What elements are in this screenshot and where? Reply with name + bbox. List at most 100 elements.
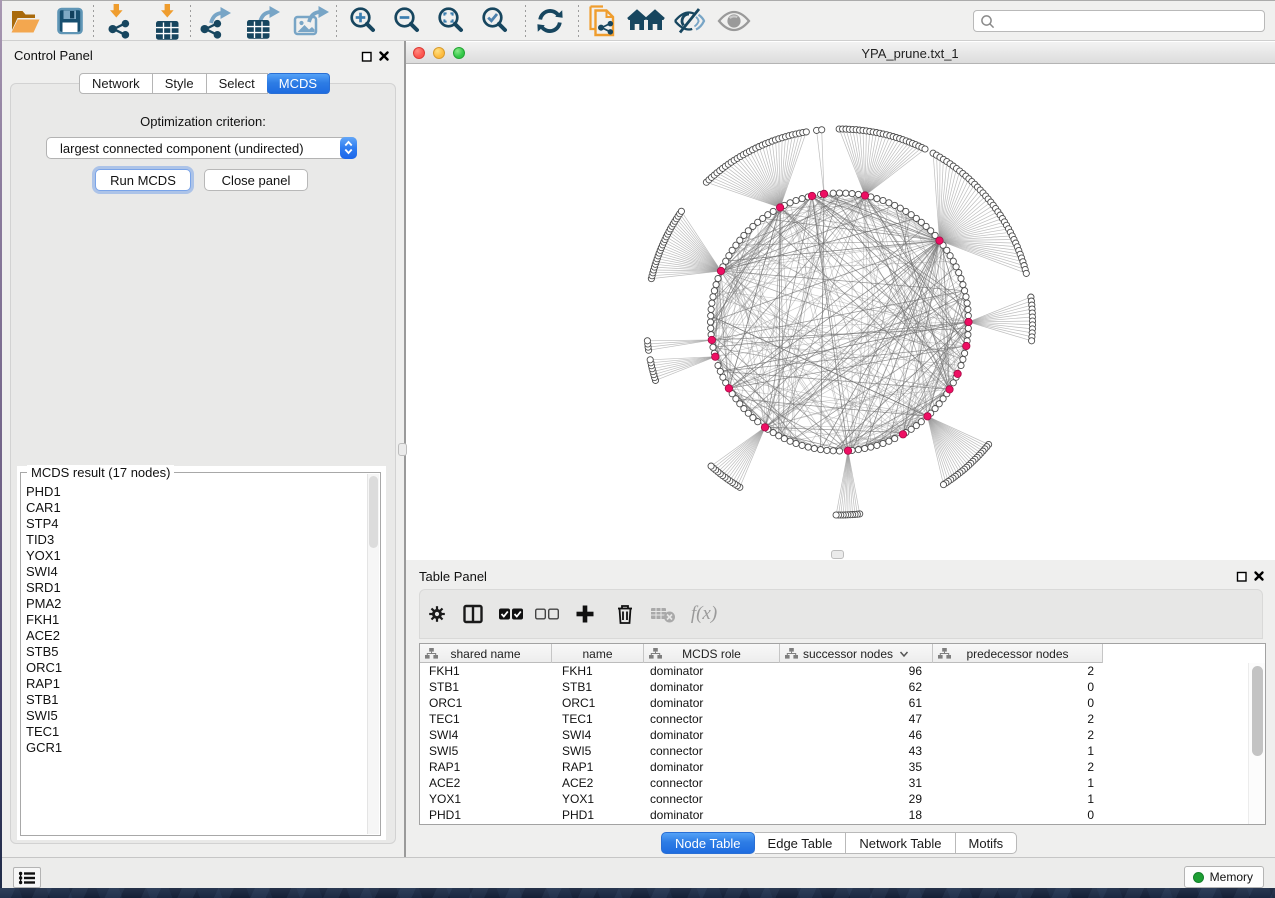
zoom-selected-button[interactable] <box>470 3 514 39</box>
zoom-out-button[interactable] <box>382 3 426 39</box>
result-node-item[interactable]: PHD1 <box>22 484 367 500</box>
result-scrollbar-thumb[interactable] <box>369 476 378 548</box>
result-scrollbar[interactable] <box>367 474 379 834</box>
zoom-fit-button[interactable] <box>426 3 470 39</box>
result-node-item[interactable]: RAP1 <box>22 676 367 692</box>
add-column-button[interactable] <box>564 596 605 632</box>
import-table-button[interactable] <box>142 3 189 39</box>
result-node-item[interactable]: STB1 <box>22 692 367 708</box>
search-icon <box>980 14 996 35</box>
column-header-predecessor-nodes[interactable]: predecessor nodes <box>933 644 1103 663</box>
export-table-button[interactable] <box>240 3 288 39</box>
float-panel-icon[interactable] <box>361 50 373 68</box>
column-label: predecessor nodes <box>966 647 1068 661</box>
table-row[interactable]: RAP1RAP1dominator352 <box>420 759 1248 775</box>
mcds-result-list[interactable]: PHD1CAR1STP4TID3YOX1SWI4SRD1PMA2FKH1ACE2… <box>22 474 367 834</box>
tab-select[interactable]: Select <box>207 73 268 94</box>
function-builder-button: f(x) <box>682 596 726 632</box>
group-nodes-button[interactable] <box>624 3 668 39</box>
column-header-successor-nodes[interactable]: successor nodes <box>780 644 933 663</box>
zoom-in-button[interactable] <box>338 3 382 39</box>
memory-status-icon <box>1193 872 1204 883</box>
result-node-item[interactable]: ACE2 <box>22 628 367 644</box>
hide-selected-button[interactable] <box>668 3 712 39</box>
table-scrollbar[interactable] <box>1248 663 1265 824</box>
tab-node-table[interactable]: Node Table <box>661 832 755 854</box>
tab-edge-table[interactable]: Edge Table <box>755 832 847 854</box>
task-history-button[interactable] <box>13 867 41 888</box>
result-node-item[interactable]: CAR1 <box>22 500 367 516</box>
cell-MCDS-role: connector <box>644 775 780 791</box>
result-node-item[interactable]: ORC1 <box>22 660 367 676</box>
vertical-splitter-grip[interactable] <box>398 443 407 456</box>
result-node-item[interactable]: SWI5 <box>22 708 367 724</box>
result-node-item[interactable]: TID3 <box>22 532 367 548</box>
table-row[interactable]: SWI5SWI5connector431 <box>420 743 1248 759</box>
network-canvas[interactable] <box>406 64 1275 560</box>
result-node-item[interactable]: FKH1 <box>22 612 367 628</box>
tab-network[interactable]: Network <box>79 73 153 94</box>
tab-motifs[interactable]: Motifs <box>956 832 1018 854</box>
table-toolbar: f(x) <box>419 589 1263 639</box>
show-all-button[interactable] <box>712 3 756 39</box>
org-chart-icon <box>649 648 662 662</box>
table-scrollbar-thumb[interactable] <box>1252 666 1263 756</box>
open-file-button[interactable] <box>2 3 48 39</box>
table-row[interactable]: ORC1ORC1dominator610 <box>420 695 1248 711</box>
result-node-item[interactable]: STB5 <box>22 644 367 660</box>
table-row[interactable]: YOX1YOX1connector291 <box>420 791 1248 807</box>
run-mcds-button[interactable]: Run MCDS <box>95 169 191 191</box>
table-row[interactable]: ACE2ACE2connector311 <box>420 775 1248 791</box>
clone-network-button[interactable] <box>580 3 624 39</box>
table-settings-button[interactable] <box>420 596 454 632</box>
table-panel: Table Panel f(x) shared namename MCDS ro… <box>406 560 1275 857</box>
open-folder-icon <box>8 5 42 37</box>
tab-network-table[interactable]: Network Table <box>846 832 955 854</box>
column-header-MCDS-role[interactable]: MCDS role <box>644 644 780 663</box>
result-node-item[interactable]: STP4 <box>22 516 367 532</box>
export-network-button[interactable] <box>192 3 240 39</box>
result-node-item[interactable]: YOX1 <box>22 548 367 564</box>
table-row[interactable]: FKH1FKH1dominator962 <box>420 663 1248 679</box>
network-window-titlebar[interactable]: YPA_prune.txt_1 <box>406 42 1275 64</box>
control-panel-title: Control Panel <box>14 48 93 63</box>
memory-button[interactable]: Memory <box>1184 866 1264 888</box>
toolbar-separator <box>525 5 526 37</box>
column-header-name[interactable]: name <box>552 644 644 663</box>
result-node-item[interactable]: SRD1 <box>22 580 367 596</box>
apply-layout-button[interactable] <box>527 3 573 39</box>
column-header-shared-name[interactable]: shared name <box>420 644 552 663</box>
toolbar-separator <box>93 5 94 37</box>
horizontal-splitter-grip[interactable] <box>831 550 844 559</box>
table-float-icon[interactable] <box>1236 570 1248 588</box>
optimization-criterion-select[interactable]: largest connected component (undirected) <box>46 137 357 159</box>
import-network-button[interactable] <box>95 3 142 39</box>
deselect-all-columns-button[interactable] <box>530 596 564 632</box>
delete-column-button[interactable] <box>605 596 644 632</box>
column-visibility-button[interactable] <box>454 596 492 632</box>
search-input[interactable] <box>973 10 1265 32</box>
cell-predecessor-nodes: 1 <box>933 791 1103 807</box>
cell-predecessor-nodes: 2 <box>933 759 1103 775</box>
result-node-item[interactable]: TEC1 <box>22 724 367 740</box>
table-row[interactable]: PHD1PHD1dominator180 <box>420 807 1248 823</box>
result-node-item[interactable]: GCR1 <box>22 740 367 756</box>
close-panel-icon[interactable] <box>378 49 390 67</box>
close-panel-button[interactable]: Close panel <box>204 169 308 191</box>
table-row[interactable]: SWI4SWI4dominator462 <box>420 727 1248 743</box>
cell-shared-name: TEC1 <box>420 711 552 727</box>
result-node-item[interactable]: SWI4 <box>22 564 367 580</box>
export-image-button[interactable] <box>288 3 335 39</box>
result-node-item[interactable]: PMA2 <box>22 596 367 612</box>
network-graph <box>406 64 1275 560</box>
cell-shared-name: STB1 <box>420 679 552 695</box>
table-row[interactable]: STB1STB1dominator620 <box>420 679 1248 695</box>
columns-icon <box>462 603 484 625</box>
save-session-button[interactable] <box>48 3 92 39</box>
tab-mcds[interactable]: MCDS <box>267 73 330 94</box>
table-close-icon[interactable] <box>1253 569 1265 587</box>
select-all-columns-button[interactable] <box>492 596 530 632</box>
tab-style[interactable]: Style <box>153 73 207 94</box>
cell-shared-name: FKH1 <box>420 663 552 679</box>
table-row[interactable]: TEC1TEC1connector472 <box>420 711 1248 727</box>
